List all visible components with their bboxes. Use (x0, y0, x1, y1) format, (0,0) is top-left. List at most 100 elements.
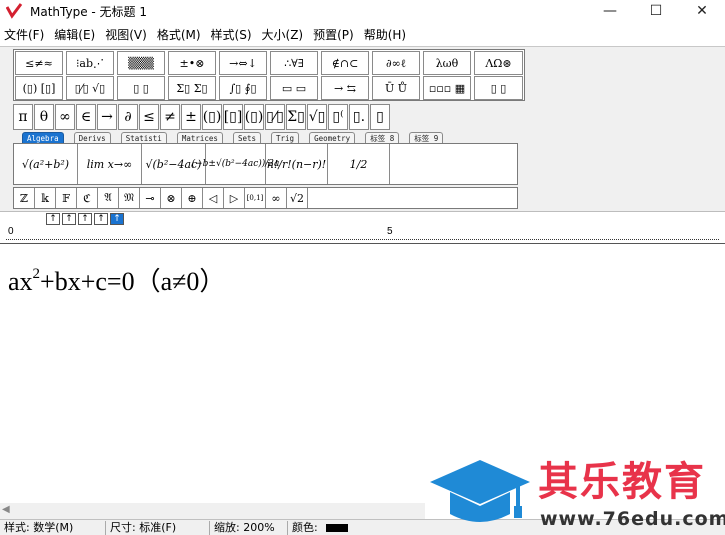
symbol-parens[interactable]: (▯) (202, 104, 222, 130)
status-color: 颜色: (288, 521, 352, 535)
small-symbol-interval[interactable]: [0,1] (245, 188, 266, 208)
symbol-neq[interactable]: ≠ (160, 104, 180, 130)
template-limit[interactable]: lim x→∞ (78, 144, 142, 184)
symbol-partial[interactable]: ∂ (118, 104, 138, 130)
symbol-plusminus[interactable]: ± (181, 104, 201, 130)
symbol-element-of[interactable]: ∈ (76, 104, 96, 130)
template-combination[interactable]: n!/r!(n−r)! (266, 144, 328, 184)
palette-labeled-arrows[interactable]: → ⇆ (321, 76, 369, 100)
symbol-leq[interactable]: ≤ (139, 104, 159, 130)
toolbar-nav-button[interactable]: ↑ (62, 213, 76, 225)
equation-exponent: 2 (32, 266, 41, 282)
palette-misc[interactable]: ∂∞ℓ (372, 51, 420, 75)
menu-preferences[interactable]: 预置(P) (309, 26, 360, 43)
small-symbol-f[interactable]: 𝔽 (56, 188, 77, 208)
symbol-superscript[interactable]: ▯⁽ (328, 104, 348, 130)
symbol-pi[interactable]: π (13, 104, 33, 130)
equation[interactable]: ax2+bx+c=0（a≠0） (8, 261, 225, 298)
maximize-button[interactable]: ☐ (633, 0, 679, 22)
palette-greek-upper[interactable]: ΛΩ⊛ (474, 51, 523, 75)
small-symbol-oplus[interactable]: ⊕ (182, 188, 203, 208)
small-symbol-left-triangle[interactable]: ◁ (203, 188, 224, 208)
ruler[interactable]: 0 5 (0, 226, 725, 244)
small-symbol-multimap[interactable]: ⊸ (140, 188, 161, 208)
palette-operators[interactable]: ±•⊗ (168, 51, 216, 75)
template-quadratic-formula[interactable]: (−b±√(b²−4ac))/2a (192, 144, 279, 184)
palette-greek-lower[interactable]: λωθ (423, 51, 471, 75)
palette-relations[interactable]: ≤≠≈ (15, 51, 63, 75)
tab-geometry[interactable]: Geometry (309, 132, 356, 143)
palette-bars[interactable]: ▭ ▭ (270, 76, 318, 100)
small-symbol-bar: ℤ 𝕜 𝔽 ℭ 𝔄 𝔐 ⊸ ⊗ ⊕ ◁ ▷ [0,1] ∞ √2 (13, 187, 518, 209)
template-bar: √(a²+b²) lim x→∞ √(b²−4ac) (−b±√(b²−4ac)… (13, 143, 518, 185)
template-empty-slot[interactable] (390, 144, 516, 184)
tab-derivs[interactable]: Derivs (73, 132, 111, 143)
symbol-fraction[interactable]: ▯⁄▯ (265, 104, 285, 130)
watermark-logo: 其乐教育 www.76edu.com (428, 458, 725, 532)
menu-file[interactable]: 文件(F) (0, 26, 50, 43)
small-symbol-right-triangle[interactable]: ▷ (224, 188, 245, 208)
graduation-cap-icon (430, 460, 530, 522)
symbol-subscript[interactable]: ▯. (349, 104, 369, 130)
palette-logic[interactable]: ∴∀∃ (270, 51, 318, 75)
ruler-mark-0: 0 (8, 226, 14, 237)
menu-bar: 文件(F) 编辑(E) 视图(V) 格式(M) 样式(S) 大小(Z) 预置(P… (0, 24, 725, 44)
small-symbol-otimes[interactable]: ⊗ (161, 188, 182, 208)
menu-size[interactable]: 大小(Z) (258, 26, 310, 43)
ruler-ticks (6, 239, 719, 240)
small-symbol-sqrt2[interactable]: √2 (287, 188, 308, 208)
minimize-button[interactable]: — (587, 0, 633, 22)
close-button[interactable]: ✕ (679, 0, 725, 22)
tab-algebra[interactable]: Algebra (22, 132, 64, 143)
symbol-infinity[interactable]: ∞ (55, 104, 75, 130)
small-symbol-m[interactable]: 𝔐 (119, 188, 140, 208)
tab-matrices[interactable]: Matrices (176, 132, 223, 143)
palette-matrices[interactable]: ▫▫▫ ▦ (423, 76, 471, 100)
menu-style[interactable]: 样式(S) (207, 26, 258, 43)
symbol-box[interactable]: ▯ (370, 104, 390, 130)
small-symbol-k[interactable]: 𝕜 (35, 188, 56, 208)
menu-view[interactable]: 视图(V) (101, 26, 153, 43)
symbol-brackets[interactable]: [▯] (223, 104, 243, 130)
tab-statistics[interactable]: Statisti (120, 132, 167, 143)
scroll-left-icon[interactable]: ◀ (2, 504, 10, 515)
symbol-theta[interactable]: θ (34, 104, 54, 130)
small-symbol-integers[interactable]: ℤ (14, 188, 35, 208)
tab-label-8[interactable]: 标签 8 (365, 132, 400, 143)
symbol-palettes: ≤≠≈ ⁝ab⋰ ▒▒▒ ±•⊗ →⇔↓ ∴∀∃ ∉∩⊂ ∂∞ℓ λωθ ΛΩ⊛… (13, 49, 525, 101)
palette-arrows[interactable]: →⇔↓ (219, 51, 267, 75)
template-half[interactable]: 1/2 (328, 144, 390, 184)
symbol-arrow[interactable]: → (97, 104, 117, 130)
tab-trig[interactable]: Trig (271, 132, 300, 143)
small-symbol-infinity[interactable]: ∞ (266, 188, 287, 208)
symbol-sum[interactable]: Σ▯ (286, 104, 306, 130)
status-zoom: 缩放: 200% (210, 520, 288, 535)
palette-integrals[interactable]: ∫▯ ∮▯ (219, 76, 267, 100)
palette-spaces[interactable]: ⁝ab⋰ (66, 51, 114, 75)
palette-boxes[interactable]: ▯ ▯ (474, 76, 523, 100)
status-style: 样式: 数学(M) (0, 520, 106, 535)
horizontal-scrollbar[interactable]: ◀ (0, 503, 425, 519)
menu-help[interactable]: 帮助(H) (360, 26, 412, 43)
palette-embellishments[interactable]: ▒▒▒ (117, 51, 165, 75)
tab-sets[interactable]: Sets (232, 132, 262, 143)
toolbar-nav-button[interactable]: ↑ (46, 213, 60, 225)
tab-label-9[interactable]: 标签 9 (409, 132, 444, 143)
toolbar-nav-button[interactable]: ↑ (78, 213, 92, 225)
palette-fractions[interactable]: ▯⁄▯ √▯ (66, 76, 114, 100)
palette-fences[interactable]: (▯) [▯] (15, 76, 63, 100)
small-symbol-c[interactable]: ℭ (77, 188, 98, 208)
toolbar-nav-button[interactable]: ↑ (94, 213, 108, 225)
template-pythagoras[interactable]: √(a²+b²) (14, 144, 78, 184)
palette-summations[interactable]: Σ▯ Σ▯ (168, 76, 216, 100)
palette-scripts[interactable]: ▯ ▯ (117, 76, 165, 100)
palette-products[interactable]: Ū Ů (372, 76, 420, 100)
menu-format[interactable]: 格式(M) (153, 26, 207, 43)
small-symbol-a[interactable]: 𝔄 (98, 188, 119, 208)
status-color-swatch (325, 523, 348, 532)
toolbar-nav-button-active[interactable]: ↑ (110, 213, 124, 225)
symbol-parens-2[interactable]: (▯) (244, 104, 264, 130)
palette-sets[interactable]: ∉∩⊂ (321, 51, 369, 75)
menu-edit[interactable]: 编辑(E) (50, 26, 101, 43)
symbol-sqrt[interactable]: √▯ (307, 104, 327, 130)
